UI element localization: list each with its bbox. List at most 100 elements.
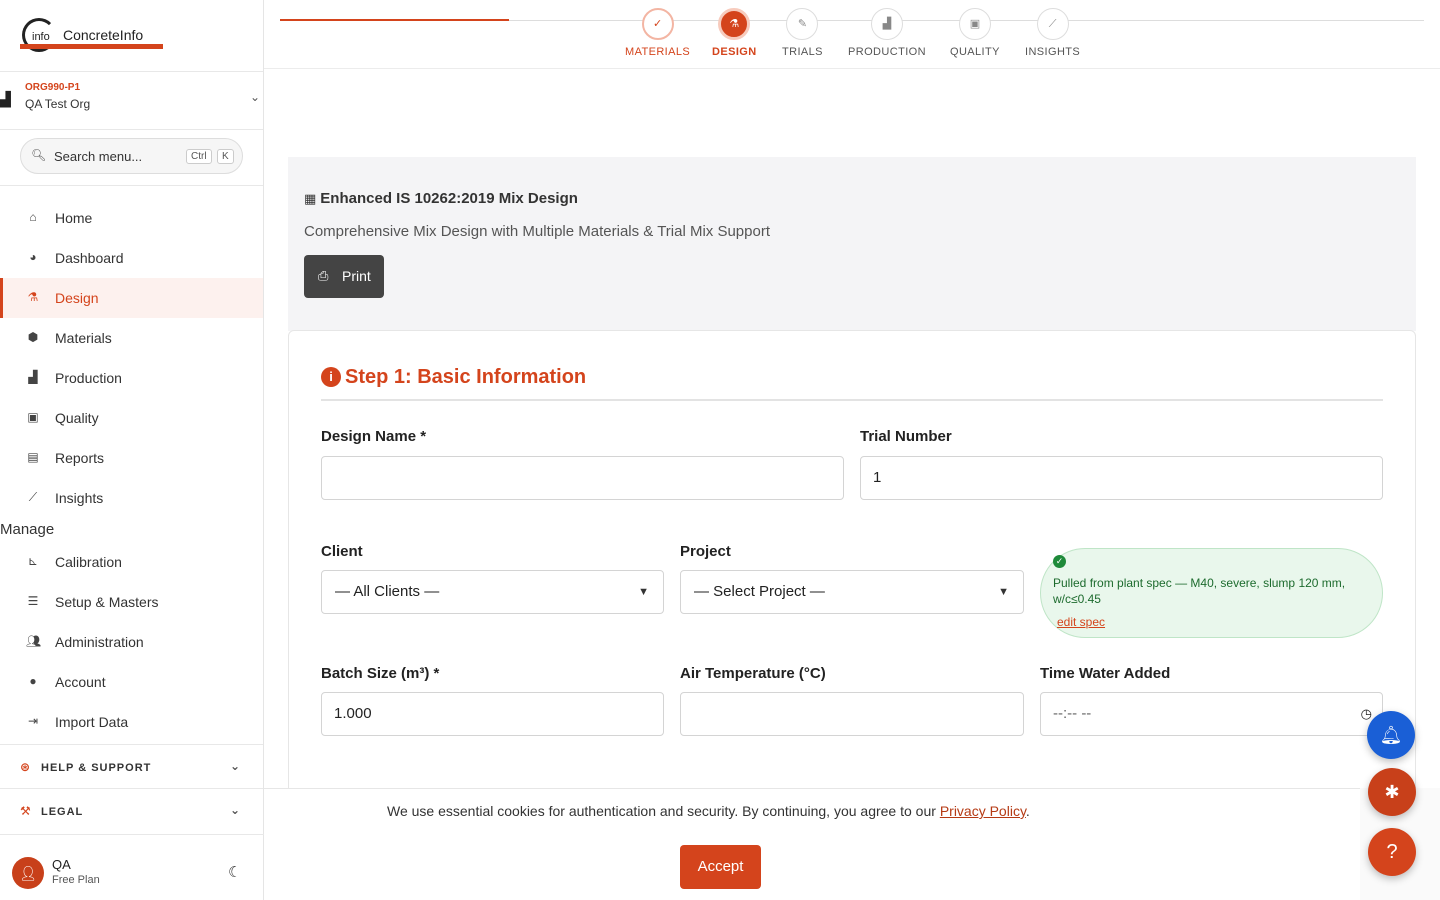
sidebar-item-label: Design bbox=[55, 290, 99, 306]
page-subtitle: Comprehensive Mix Design with Multiple M… bbox=[304, 223, 770, 240]
industry-icon: ▟ bbox=[0, 91, 11, 107]
avatar: 👤︎ bbox=[12, 857, 44, 889]
cubes-icon: ⬢ bbox=[27, 330, 39, 344]
privacy-policy-link[interactable]: Privacy Policy bbox=[940, 803, 1026, 819]
basic-info-card: i Step 1: Basic Information Design Name *… bbox=[288, 330, 1416, 850]
user-icon: 👤︎ bbox=[19, 865, 37, 881]
user-name: QA bbox=[52, 857, 71, 872]
bug-icon: ✱ bbox=[1384, 782, 1400, 802]
step-materials[interactable]: ✓ MATERIALS bbox=[625, 8, 690, 58]
line-chart-icon: ⟋ bbox=[28, 490, 38, 504]
step-design[interactable]: ⚗ DESIGN bbox=[712, 8, 757, 58]
manage-nav: ⊾ Calibration ☰ Setup & Masters 👥︎ Administ… bbox=[0, 542, 263, 742]
cookie-text: We use essential cookies for authenticat… bbox=[387, 803, 940, 819]
sidebar-item-home[interactable]: ⌂ Home bbox=[0, 198, 263, 238]
flask-icon: ⚗ bbox=[718, 8, 751, 40]
cookie-text-end: . bbox=[1025, 803, 1030, 819]
sidebar-item-materials[interactable]: ⬢ Materials bbox=[0, 318, 263, 358]
time-water-label: Time Water Added bbox=[1040, 665, 1171, 682]
accept-cookies-button[interactable]: Accept bbox=[680, 845, 761, 889]
chevron-down-icon: ▼ bbox=[998, 586, 1009, 598]
help-support-toggle[interactable]: ⊛ HELP & SUPPORT ⌄ bbox=[0, 744, 263, 788]
sidebar-item-quality[interactable]: ▣ Quality bbox=[0, 398, 263, 438]
design-name-label: Design Name * bbox=[321, 428, 427, 445]
file-import-icon: ⇥ bbox=[27, 714, 39, 728]
sidebar-item-dashboard[interactable]: ◕ Dashboard bbox=[0, 238, 263, 278]
check-circle-icon: ✓ bbox=[1053, 555, 1066, 568]
time-water-field[interactable]: --:-- -- ◷ bbox=[1040, 692, 1383, 736]
users-icon: 👥︎ bbox=[26, 634, 42, 648]
sidebar-item-design[interactable]: ⚗ Design bbox=[0, 278, 263, 318]
lifebuoy-icon: ⊛ bbox=[20, 760, 32, 774]
stepper-progress bbox=[280, 19, 509, 21]
sidebar-item-label: Home bbox=[55, 210, 93, 226]
sliders-icon: ☰ bbox=[27, 594, 39, 608]
user-plan: Free Plan bbox=[52, 874, 100, 886]
shortcut-k: K bbox=[217, 149, 234, 164]
step-label: PRODUCTION bbox=[848, 46, 926, 58]
step-label: DESIGN bbox=[712, 46, 757, 58]
trial-number-label: Trial Number bbox=[860, 428, 952, 445]
sidebar-item-label: Materials bbox=[55, 330, 112, 346]
design-name-field[interactable] bbox=[321, 456, 844, 500]
client-select-value: — All Clients — bbox=[335, 583, 440, 600]
legal-label: LEGAL bbox=[41, 806, 84, 818]
user-profile[interactable]: 👤︎ QA Free Plan ☾ bbox=[0, 834, 264, 900]
sidebar-item-label: Administration bbox=[55, 634, 144, 650]
plant-spec-text: Pulled from plant spec — M40, severe, sl… bbox=[1053, 576, 1346, 606]
sidebar-item-label: Account bbox=[55, 674, 106, 690]
chevron-down-icon: ⌄ bbox=[250, 90, 261, 104]
sidebar-item-insights[interactable]: ⟋ Insights bbox=[0, 478, 263, 518]
moon-icon[interactable]: ☾ bbox=[228, 863, 241, 881]
project-select-value: — Select Project — bbox=[694, 583, 825, 600]
org-switcher[interactable]: ▟ ORG990-P1 QA Test Org ⌄ bbox=[0, 72, 263, 130]
step-quality[interactable]: ▣ QUALITY bbox=[950, 8, 1000, 58]
batch-size-label: Batch Size (m³) * bbox=[321, 665, 440, 682]
step-label: INSIGHTS bbox=[1025, 46, 1081, 58]
client-select[interactable]: — All Clients — ▼ bbox=[321, 570, 664, 614]
sidebar-item-account[interactable]: ● Account bbox=[0, 662, 263, 702]
sidebar-item-production[interactable]: ▟ Production bbox=[0, 358, 263, 398]
workflow-stepper: ✓ MATERIALS ⚗ DESIGN ✎ TRIALS ▟ PRODUCTI… bbox=[264, 0, 1440, 69]
home-icon: ⌂ bbox=[29, 210, 37, 224]
help-button[interactable]: ? bbox=[1368, 828, 1416, 876]
sidebar-item-label: Setup & Masters bbox=[55, 594, 159, 610]
print-icon: ⎙ bbox=[318, 268, 329, 283]
sidebar-item-label: Quality bbox=[55, 410, 99, 426]
industry-icon: ▟ bbox=[28, 370, 38, 384]
client-label: Client bbox=[321, 543, 363, 560]
org-name: QA Test Org bbox=[25, 97, 91, 111]
calculator-icon: ▦ bbox=[304, 191, 317, 206]
org-code: ORG990-P1 bbox=[25, 82, 81, 93]
print-button[interactable]: ⎙ Print bbox=[304, 255, 384, 298]
batch-size-field[interactable]: 1.000 bbox=[321, 692, 664, 736]
step-insights[interactable]: ⟋ INSIGHTS bbox=[1025, 8, 1080, 58]
sidebar-item-administration[interactable]: 👥︎ Administration bbox=[0, 622, 263, 662]
logo[interactable]: info ConcreteInfo bbox=[20, 18, 163, 52]
flask-icon: ⚗ bbox=[27, 290, 39, 304]
project-select[interactable]: — Select Project — ▼ bbox=[680, 570, 1024, 614]
sidebar-item-setup-masters[interactable]: ☰ Setup & Masters bbox=[0, 582, 263, 622]
sidebar-item-calibration[interactable]: ⊾ Calibration bbox=[0, 542, 263, 582]
bell-icon: 🔔︎ bbox=[1379, 725, 1403, 745]
sidebar-item-reports[interactable]: ▤ Reports bbox=[0, 438, 263, 478]
legal-toggle[interactable]: ⚒ LEGAL ⌄ bbox=[0, 788, 263, 832]
step-label: QUALITY bbox=[950, 46, 1000, 58]
info-icon: i bbox=[321, 367, 341, 387]
industry-icon: ▟ bbox=[870, 8, 903, 40]
sidebar-item-label: Calibration bbox=[55, 554, 122, 570]
trial-number-field[interactable]: 1 bbox=[860, 456, 1383, 500]
sidebar-item-import-data[interactable]: ⇥ Import Data bbox=[0, 702, 263, 742]
step-trials[interactable]: ✎ TRIALS bbox=[782, 8, 823, 58]
logo-name: ConcreteInfo bbox=[63, 27, 144, 43]
sidebar-item-label: Reports bbox=[55, 450, 105, 466]
air-temperature-field[interactable] bbox=[680, 692, 1024, 736]
manage-section-label: Manage bbox=[0, 521, 55, 538]
line-chart-icon: ⟋ bbox=[1036, 8, 1069, 40]
report-bug-button[interactable]: ✱ bbox=[1368, 768, 1416, 816]
edit-spec-link[interactable]: edit spec bbox=[1057, 615, 1105, 629]
search-input[interactable]: 🔍︎ Search menu... Ctrl K bbox=[20, 138, 243, 174]
step-production[interactable]: ▟ PRODUCTION bbox=[848, 8, 926, 58]
notifications-button[interactable]: 🔔︎ bbox=[1367, 711, 1415, 759]
help-support-label: HELP & SUPPORT bbox=[41, 762, 152, 774]
